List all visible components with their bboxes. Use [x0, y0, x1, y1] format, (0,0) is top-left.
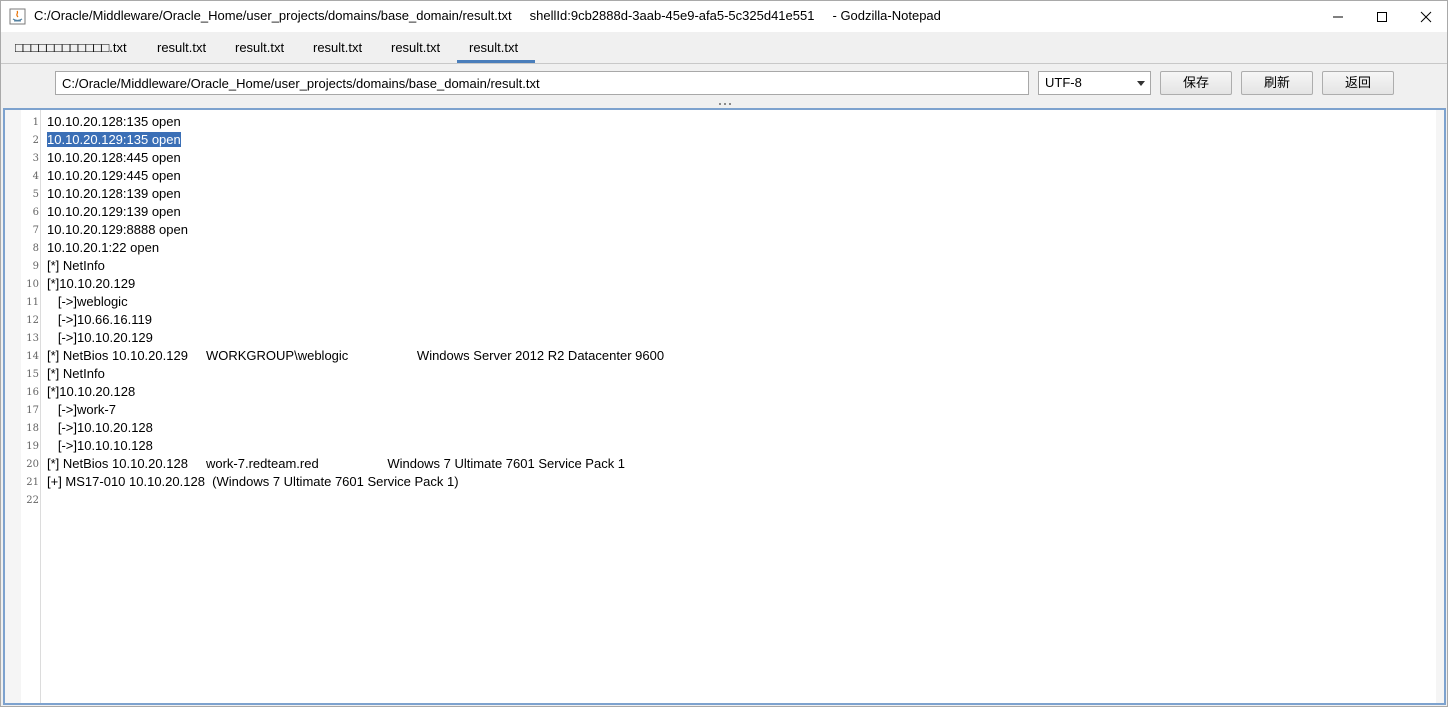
- line-number: 16: [26, 387, 39, 398]
- title-bar[interactable]: C:/Oracle/Middleware/Oracle_Home/user_pr…: [1, 1, 1447, 32]
- selected-text[interactable]: 10.10.20.129:135 open: [47, 132, 181, 147]
- editor-line[interactable]: [*]10.10.20.129: [47, 275, 1432, 293]
- editor-line[interactable]: [*] NetInfo: [47, 257, 1432, 275]
- encoding-value: UTF-8: [1045, 75, 1082, 90]
- text-editor[interactable]: 1 2 3 4 5 6 7 8 9 10 11 12 13 14 15 16 17 18 19 20 21 22 10.1…: [3, 108, 1446, 705]
- editor-line[interactable]: [*]10.10.20.128: [47, 383, 1432, 401]
- line-number: 8: [32, 243, 39, 254]
- editor-content[interactable]: 10.10.20.128:135 open 10.10.20.129:135 op…: [47, 113, 1432, 509]
- tab-file-1[interactable]: □□□□□□□□□□□□.txt: [7, 32, 135, 63]
- line-number: 21: [26, 477, 39, 488]
- editor-line[interactable]: [->]work-7: [47, 401, 1432, 419]
- encoding-select[interactable]: UTF-8: [1038, 71, 1151, 95]
- line-number: 4: [32, 171, 39, 182]
- line-numbers: 1 2 3 4 5 6 7 8 9 10 11 12 13 14 15 16 17 18 19 20 21 22: [21, 114, 39, 510]
- line-number: 12: [26, 315, 39, 326]
- line-number: 18: [26, 423, 39, 434]
- editor-line[interactable]: [+] MS17-010 10.10.20.128 (Windows 7 Ult…: [47, 473, 1432, 491]
- editor-line[interactable]: [->]weblogic: [47, 293, 1432, 311]
- file-path-input[interactable]: [55, 71, 1029, 95]
- tab-file-2[interactable]: result.txt: [149, 32, 214, 63]
- line-number: 1: [32, 117, 39, 128]
- minimize-button[interactable]: [1315, 1, 1361, 32]
- line-number: 13: [26, 333, 39, 344]
- vertical-scrollbar[interactable]: [1436, 110, 1444, 703]
- editor-line[interactable]: 10.10.20.129:135 open: [47, 131, 1432, 149]
- line-number: 2: [32, 135, 39, 146]
- editor-line[interactable]: [->]10.10.10.128: [47, 437, 1432, 455]
- editor-line[interactable]: 10.10.20.129:8888 open: [47, 221, 1432, 239]
- editor-line[interactable]: [*] NetInfo: [47, 365, 1432, 383]
- tab-file-4[interactable]: result.txt: [305, 32, 370, 63]
- notepad-window: C:/Oracle/Middleware/Oracle_Home/user_pr…: [0, 0, 1448, 707]
- line-number: 6: [32, 207, 39, 218]
- editor-line[interactable]: 10.10.20.129:139 open: [47, 203, 1432, 221]
- close-button[interactable]: [1403, 1, 1448, 32]
- toolbar: UTF-8 保存 刷新 返回: [1, 64, 1447, 102]
- line-number: 3: [32, 153, 39, 164]
- line-number: 7: [32, 225, 39, 236]
- maximize-icon: [1377, 11, 1387, 22]
- editor-line[interactable]: 10.10.20.1:22 open: [47, 239, 1432, 257]
- line-number: 20: [26, 459, 39, 470]
- line-number: 11: [26, 297, 39, 308]
- window-title: C:/Oracle/Middleware/Oracle_Home/user_pr…: [34, 8, 941, 23]
- tab-file-3[interactable]: result.txt: [227, 32, 292, 63]
- java-app-icon: [9, 8, 26, 25]
- back-button[interactable]: 返回: [1322, 71, 1394, 95]
- editor-line[interactable]: 10.10.20.128:139 open: [47, 185, 1432, 203]
- line-number: 10: [26, 279, 39, 290]
- tab-file-6-active[interactable]: result.txt: [457, 32, 535, 63]
- line-number: 15: [26, 369, 39, 380]
- editor-line[interactable]: [*] NetBios 10.10.20.128 work-7.redteam.…: [47, 455, 1432, 473]
- editor-line[interactable]: [47, 491, 1432, 509]
- line-number: 9: [32, 261, 39, 272]
- editor-line[interactable]: 10.10.20.128:445 open: [47, 149, 1432, 167]
- file-tab-bar: □□□□□□□□□□□□.txt result.txt result.txt r…: [1, 32, 1447, 64]
- line-number: 5: [32, 189, 39, 200]
- refresh-button[interactable]: 刷新: [1241, 71, 1313, 95]
- editor-line[interactable]: 10.10.20.128:135 open: [47, 113, 1432, 131]
- drag-handle-icon: [719, 103, 731, 107]
- minimize-icon: [1333, 16, 1343, 17]
- line-number: 19: [26, 441, 39, 452]
- line-number: 17: [26, 405, 39, 416]
- editor-left-margin: [5, 110, 21, 703]
- editor-line[interactable]: [->]10.10.20.128: [47, 419, 1432, 437]
- editor-line[interactable]: [->]10.66.16.119: [47, 311, 1432, 329]
- tab-file-5[interactable]: result.txt: [383, 32, 448, 63]
- editor-line[interactable]: [*] NetBios 10.10.20.129 WORKGROUP\weblo…: [47, 347, 1432, 365]
- line-number: 22: [26, 495, 39, 506]
- chevron-down-icon: [1137, 81, 1145, 86]
- line-number: 14: [26, 351, 39, 362]
- editor-line[interactable]: 10.10.20.129:445 open: [47, 167, 1432, 185]
- save-button[interactable]: 保存: [1160, 71, 1232, 95]
- editor-line[interactable]: [->]10.10.20.129: [47, 329, 1432, 347]
- close-icon: [1420, 11, 1432, 22]
- maximize-button[interactable]: [1359, 1, 1405, 32]
